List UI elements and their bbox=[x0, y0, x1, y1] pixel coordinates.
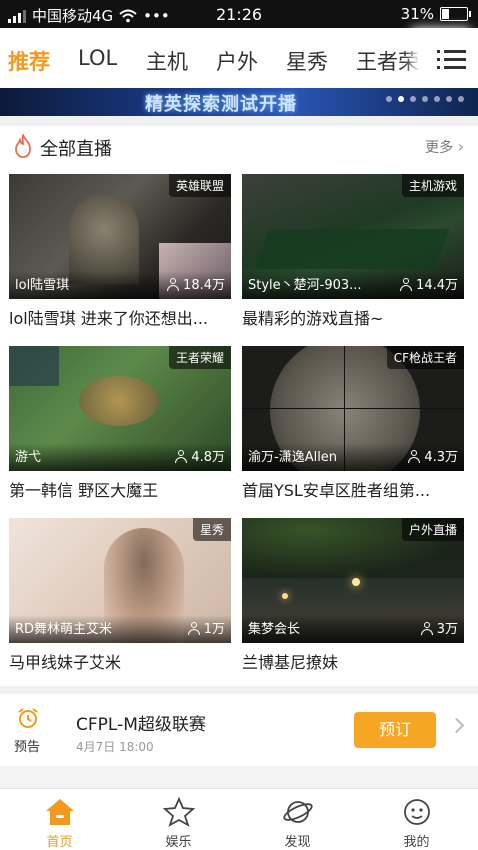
viewer-icon bbox=[420, 621, 433, 635]
live-section-header: 全部直播 更多 › bbox=[0, 126, 478, 164]
nav-entertainment-label: 娱乐 bbox=[165, 835, 192, 850]
card-title: 兰博基尼撩妹 bbox=[242, 653, 339, 672]
divider bbox=[0, 766, 478, 788]
event-time: 4月7日 18:00 bbox=[76, 740, 154, 754]
nav-entertainment[interactable]: 娱乐 bbox=[119, 789, 238, 850]
banner-text: 精英探索测试开播 bbox=[145, 94, 297, 115]
more-label: 更多 bbox=[425, 140, 454, 156]
battery-icon bbox=[440, 7, 471, 21]
flame-icon bbox=[15, 134, 31, 158]
card-title: 首届YSL安卓区胜者组第... bbox=[242, 481, 431, 500]
list-menu-icon bbox=[437, 50, 466, 74]
divider bbox=[0, 686, 478, 694]
battery-percent: 31% bbox=[400, 5, 434, 23]
nav-profile[interactable]: 我的 bbox=[357, 789, 476, 850]
viewer-icon bbox=[400, 277, 413, 291]
divider bbox=[0, 116, 478, 126]
book-button[interactable]: 预订 bbox=[354, 712, 436, 748]
viewer-icon bbox=[187, 621, 200, 635]
card-thumbnail: 星秀 RD舞林萌主艾米 1万 bbox=[9, 518, 231, 643]
streamer-name: lol陆雪琪 bbox=[15, 278, 70, 293]
section-title: 全部直播 bbox=[40, 139, 112, 160]
viewer-count: 1万 bbox=[187, 618, 225, 637]
tab-console[interactable]: 主机 bbox=[146, 46, 188, 76]
viewer-count: 18.4万 bbox=[167, 274, 225, 293]
streamer-name: 集梦会长 bbox=[248, 622, 301, 637]
category-tabs: 推荐 LOL 主机 户外 星秀 王者荣 bbox=[0, 28, 478, 88]
status-bar: 中国移动4G ••• 21:26 31% bbox=[0, 0, 478, 28]
category-badge: 户外直播 bbox=[401, 518, 464, 541]
card-thumbnail: CF枪战王者 渝万-潇逸Allen 4.3万 bbox=[242, 346, 464, 471]
streamer-name: RD舞林萌主艾米 bbox=[15, 622, 113, 637]
promo-banner[interactable]: 精英探索测试开播 bbox=[0, 88, 478, 116]
card-thumbnail: 英雄联盟 lol陆雪琪 18.4万 bbox=[9, 174, 231, 299]
chevron-right-icon: › bbox=[457, 137, 464, 156]
planet-icon bbox=[283, 801, 313, 823]
category-badge: 星秀 bbox=[192, 518, 231, 541]
viewer-icon bbox=[167, 277, 180, 291]
live-card[interactable]: 英雄联盟 lol陆雪琪 18.4万 lol陆雪琪 进来了你还想出... bbox=[9, 174, 231, 329]
tab-honor-of-kings[interactable]: 王者荣 bbox=[356, 46, 419, 76]
banner-pagination bbox=[386, 96, 464, 102]
streamer-name: 渝万-潇逸Allen bbox=[248, 450, 338, 465]
live-card[interactable]: CF枪战王者 渝万-潇逸Allen 4.3万 首届YSL安卓区胜者组第... bbox=[242, 346, 464, 501]
nav-profile-label: 我的 bbox=[403, 835, 430, 850]
viewer-count: 14.4万 bbox=[400, 274, 458, 293]
card-thumbnail: 主机游戏 Style丶楚河-903... 14.4万 bbox=[242, 174, 464, 299]
profile-icon bbox=[404, 799, 430, 825]
nav-discover[interactable]: 发现 bbox=[238, 789, 357, 850]
viewer-icon bbox=[175, 449, 188, 463]
live-card[interactable]: 户外直播 集梦会长 3万 兰博基尼撩妹 bbox=[242, 518, 464, 673]
category-menu-button[interactable] bbox=[420, 28, 478, 88]
category-badge: CF枪战王者 bbox=[386, 346, 464, 369]
category-badge: 王者荣耀 bbox=[168, 346, 231, 369]
star-icon bbox=[163, 797, 195, 827]
nav-home-label: 首页 bbox=[46, 835, 73, 850]
viewer-icon bbox=[408, 449, 421, 463]
live-card[interactable]: 星秀 RD舞林萌主艾米 1万 马甲线妹子艾米 bbox=[9, 518, 231, 673]
category-badge: 英雄联盟 bbox=[168, 174, 231, 197]
viewer-count: 4.8万 bbox=[175, 446, 225, 465]
card-title: lol陆雪琪 进来了你还想出... bbox=[9, 309, 209, 328]
viewer-count: 3万 bbox=[420, 618, 458, 637]
live-card[interactable]: 主机游戏 Style丶楚河-903... 14.4万 最精彩的游戏直播~ bbox=[242, 174, 464, 329]
nav-discover-label: 发现 bbox=[284, 835, 311, 850]
bottom-nav: 首页 娱乐 发现 我的 bbox=[0, 788, 478, 850]
card-thumbnail: 王者荣耀 游弋 4.8万 bbox=[9, 346, 231, 471]
event-badge: 预告 bbox=[14, 740, 41, 755]
event-title: CFPL-M超级联赛 bbox=[76, 715, 206, 735]
viewer-count: 4.3万 bbox=[408, 446, 458, 465]
streamer-name: 游弋 bbox=[15, 450, 42, 465]
chevron-right-icon[interactable] bbox=[448, 717, 465, 734]
tab-recommend[interactable]: 推荐 bbox=[8, 46, 50, 76]
card-title: 马甲线妹子艾米 bbox=[9, 653, 122, 672]
home-icon bbox=[46, 799, 74, 825]
alarm-clock-icon bbox=[18, 708, 38, 728]
card-thumbnail: 户外直播 集梦会长 3万 bbox=[242, 518, 464, 643]
card-title: 第一韩信 野区大魔王 bbox=[9, 481, 159, 500]
card-title: 最精彩的游戏直播~ bbox=[242, 309, 384, 328]
tab-outdoor[interactable]: 户外 bbox=[216, 46, 258, 76]
tab-show[interactable]: 星秀 bbox=[286, 46, 328, 76]
more-link[interactable]: 更多 › bbox=[425, 137, 464, 157]
streamer-name: Style丶楚河-903... bbox=[248, 278, 362, 293]
live-card[interactable]: 王者荣耀 游弋 4.8万 第一韩信 野区大魔王 bbox=[9, 346, 231, 501]
nav-home[interactable]: 首页 bbox=[0, 789, 119, 850]
event-row[interactable]: 预告 CFPL-M超级联赛 4月7日 18:00 预订 bbox=[0, 694, 478, 766]
category-badge: 主机游戏 bbox=[401, 174, 464, 197]
tab-lol[interactable]: LOL bbox=[78, 46, 117, 70]
